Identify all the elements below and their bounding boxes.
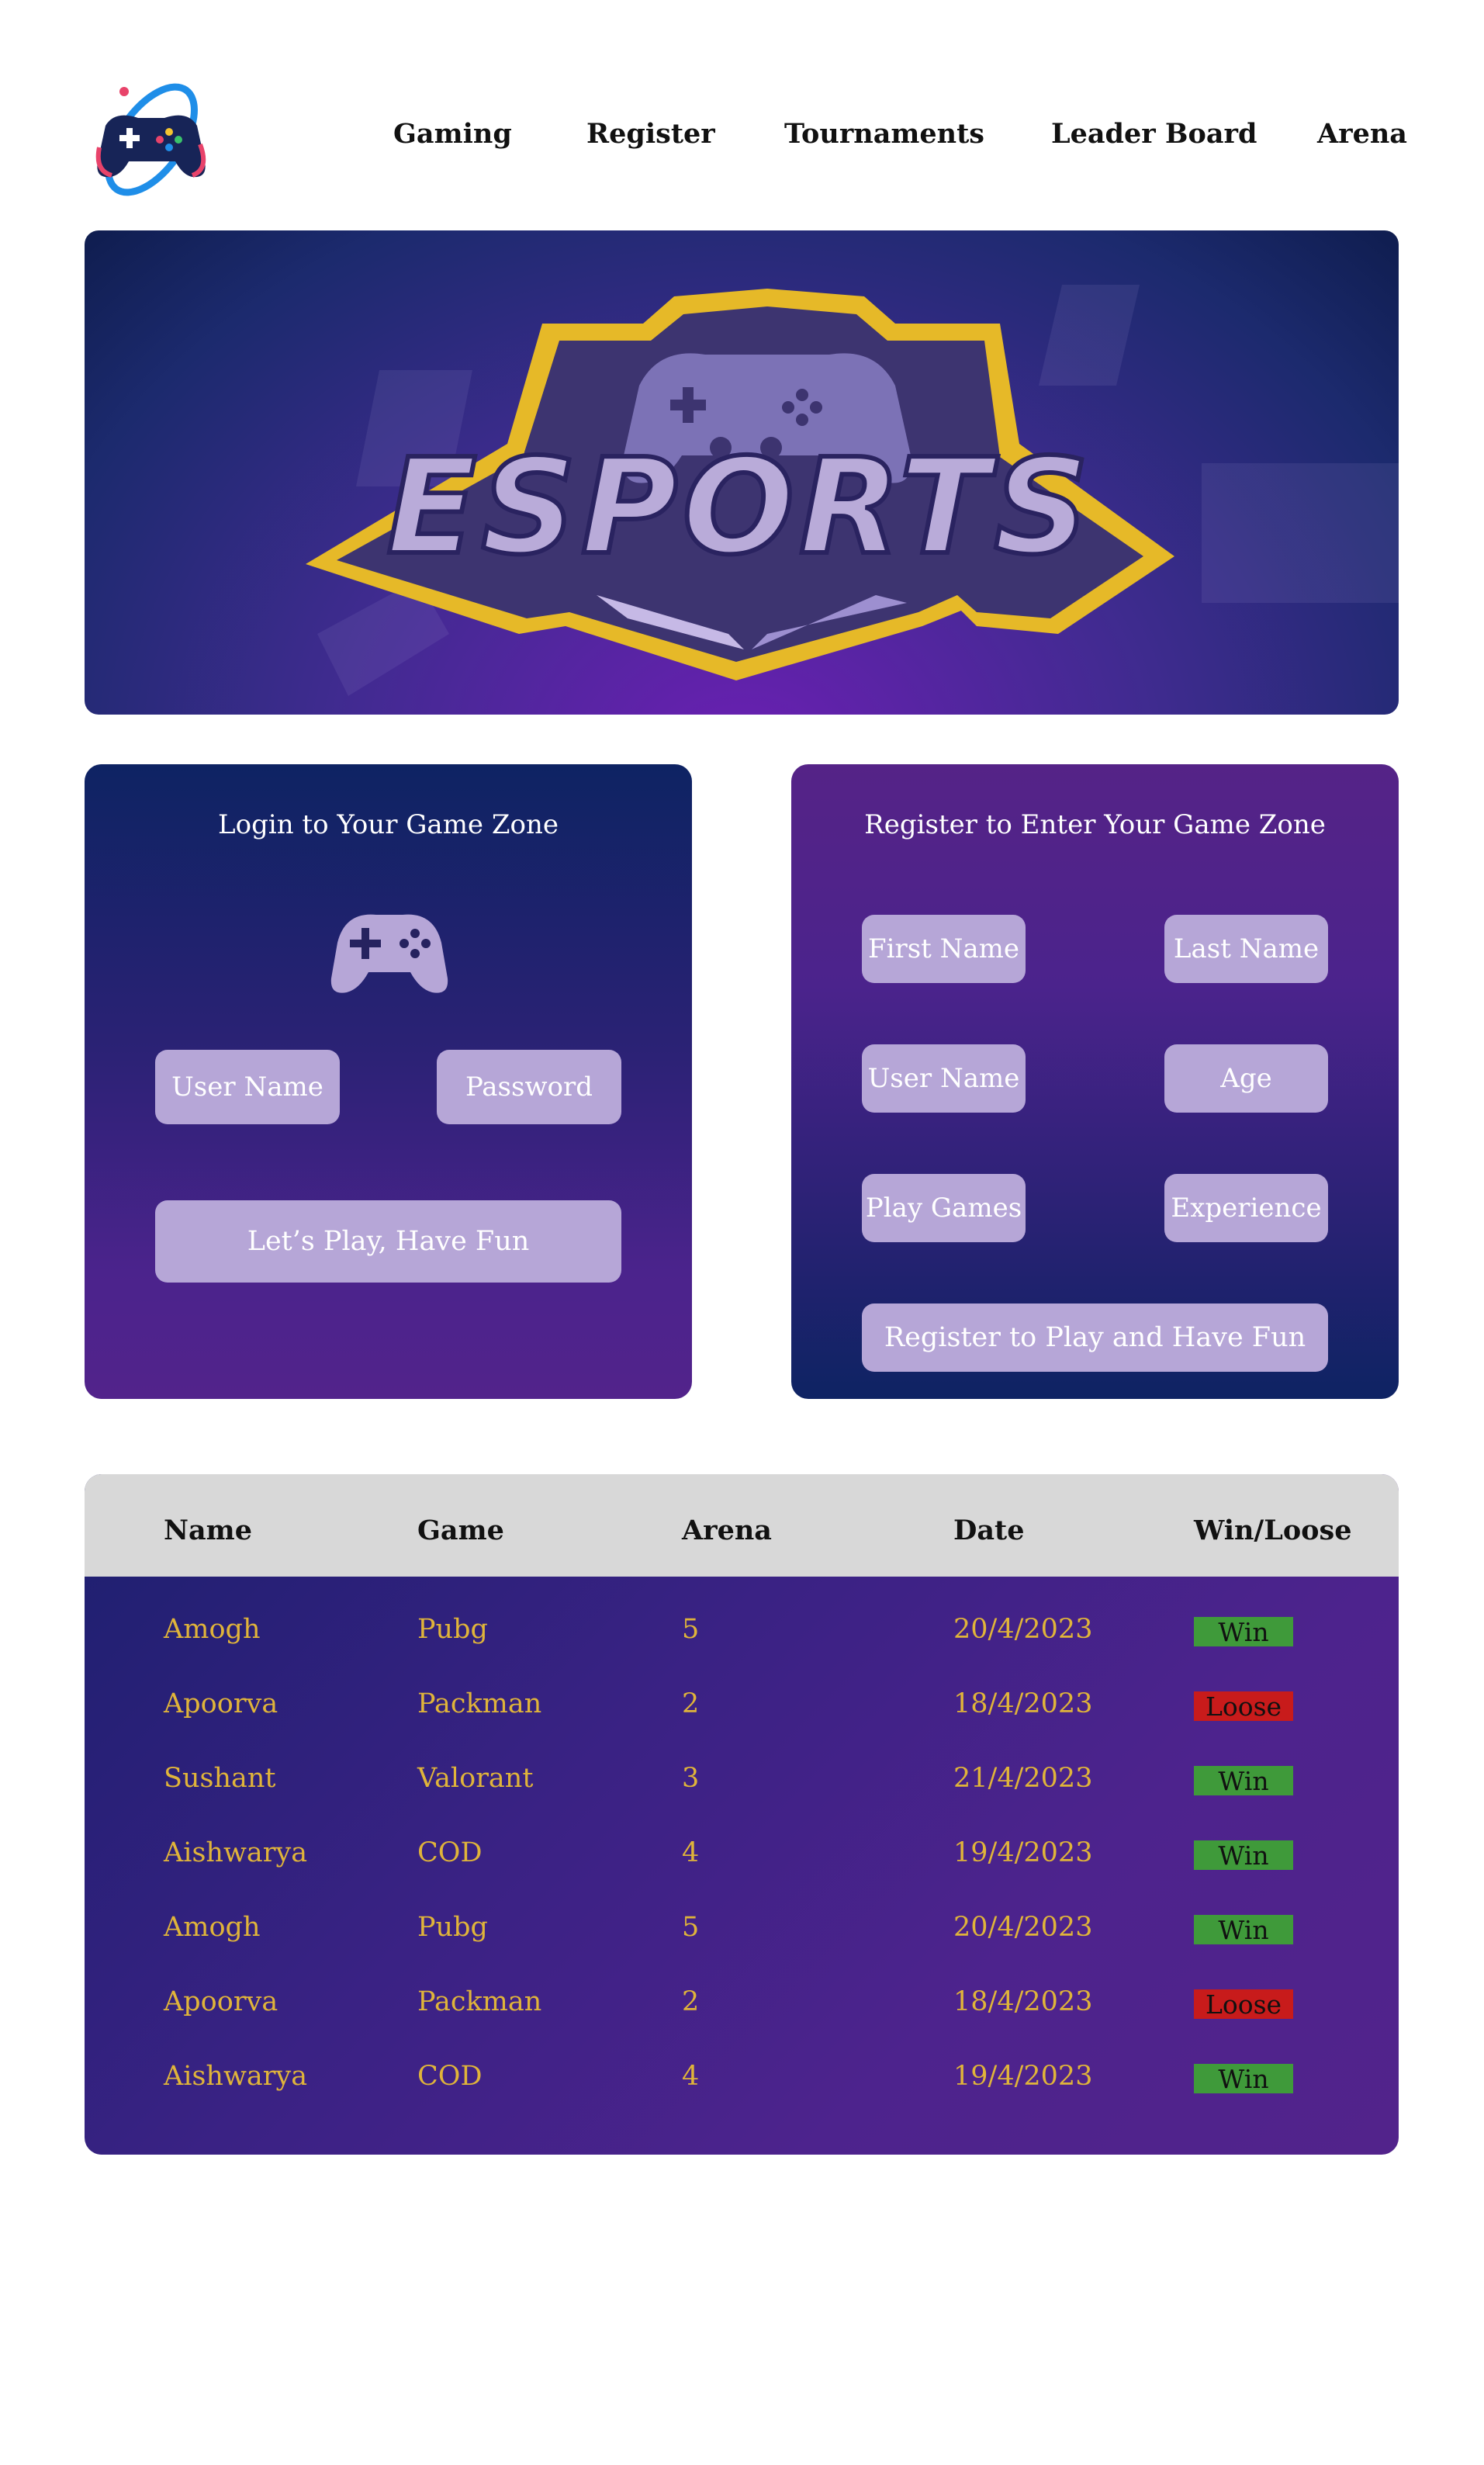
result-badge: Win (1194, 1766, 1293, 1796)
table-row: Apoorva Packman 2 18/4/2023 Loose (85, 1688, 1399, 1727)
header-name: Name (164, 1515, 252, 1546)
esports-logo-text: ESPORTS (386, 431, 1093, 584)
result-badge: Loose (1194, 1691, 1293, 1722)
header-arena: Arena (682, 1515, 772, 1546)
cell-date: 18/4/2023 (953, 1986, 1093, 2017)
cell-name: Amogh (164, 1912, 261, 1943)
login-title: Login to Your Game Zone (218, 809, 559, 840)
cell-name: Amogh (164, 1614, 261, 1645)
last-name-field[interactable]: Last Name (1164, 915, 1328, 983)
table-header: Name Game Arena Date Win/Loose (85, 1474, 1399, 1577)
esports-emblem-icon: ESPORTS (306, 285, 1399, 696)
cell-game: COD (417, 1837, 483, 1868)
cell-arena: 3 (682, 1763, 700, 1794)
nav-gaming[interactable]: Gaming (393, 118, 512, 157)
gamepad-icon (330, 904, 449, 995)
result-badge: Loose (1194, 1989, 1293, 2020)
cell-arena: 4 (682, 1837, 700, 1868)
login-submit-button[interactable]: Let’s Play, Have Fun (155, 1200, 621, 1283)
cell-game: Pubg (417, 1912, 488, 1943)
first-name-field[interactable]: First Name (862, 915, 1026, 983)
result-badge: Win (1194, 1915, 1293, 1945)
nav-leader-board[interactable]: Leader Board (1051, 118, 1257, 157)
cell-name: Aishwarya (164, 1837, 308, 1868)
nav-arena[interactable]: Arena (1317, 118, 1407, 157)
nav-tournaments[interactable]: Tournaments (784, 118, 984, 157)
cell-date: 19/4/2023 (953, 1837, 1093, 1868)
table-row: Amogh Pubg 5 20/4/2023 Win (85, 1614, 1399, 1653)
cell-game: Packman (417, 1986, 542, 2017)
register-username-field[interactable]: User Name (862, 1044, 1026, 1113)
experience-field[interactable]: Experience (1164, 1174, 1328, 1242)
table-row: Aishwarya COD 4 19/4/2023 Win (85, 2061, 1399, 2100)
cell-arena: 5 (682, 1614, 700, 1645)
cell-game: Valorant (417, 1763, 534, 1794)
cell-name: Sushant (164, 1763, 276, 1794)
cell-game: Packman (417, 1688, 542, 1719)
username-field[interactable]: User Name (155, 1050, 340, 1124)
cell-game: COD (417, 2061, 483, 2092)
site-logo-icon[interactable] (84, 70, 219, 205)
cell-date: 20/4/2023 (953, 1912, 1093, 1943)
cell-date: 19/4/2023 (953, 2061, 1093, 2092)
table-row: Apoorva Packman 2 18/4/2023 Loose (85, 1986, 1399, 2025)
cell-arena: 4 (682, 2061, 700, 2092)
register-submit-button[interactable]: Register to Play and Have Fun (862, 1303, 1328, 1372)
hero-banner: ESPORTS (85, 230, 1399, 715)
cell-date: 21/4/2023 (953, 1763, 1093, 1794)
play-games-field[interactable]: Play Games (862, 1174, 1026, 1242)
header-game: Game (417, 1515, 504, 1546)
table-row: Sushant Valorant 3 21/4/2023 Win (85, 1763, 1399, 1802)
cell-arena: 5 (682, 1912, 700, 1943)
leaderboard-table: Name Game Arena Date Win/Loose Amogh Pubg… (85, 1474, 1399, 2155)
login-panel: Login to Your Game Zone User Name Passwo… (85, 764, 692, 1399)
cell-name: Apoorva (164, 1688, 278, 1719)
cell-arena: 2 (682, 1688, 700, 1719)
register-title: Register to Enter Your Game Zone (864, 809, 1326, 840)
cell-game: Pubg (417, 1614, 488, 1645)
cell-name: Aishwarya (164, 2061, 308, 2092)
age-field[interactable]: Age (1164, 1044, 1328, 1113)
table-row: Amogh Pubg 5 20/4/2023 Win (85, 1912, 1399, 1951)
header-win-loose: Win/Loose (1194, 1515, 1352, 1546)
result-badge: Win (1194, 1617, 1293, 1647)
cell-date: 18/4/2023 (953, 1688, 1093, 1719)
result-badge: Win (1194, 1840, 1293, 1871)
nav-register[interactable]: Register (586, 118, 715, 157)
table-row: Aishwarya COD 4 19/4/2023 Win (85, 1837, 1399, 1876)
cell-arena: 2 (682, 1986, 700, 2017)
register-panel: Register to Enter Your Game Zone First N… (791, 764, 1399, 1399)
cell-date: 20/4/2023 (953, 1614, 1093, 1645)
cell-name: Apoorva (164, 1986, 278, 2017)
result-badge: Win (1194, 2064, 1293, 2094)
header-date: Date (953, 1515, 1025, 1546)
password-field[interactable]: Password (437, 1050, 621, 1124)
